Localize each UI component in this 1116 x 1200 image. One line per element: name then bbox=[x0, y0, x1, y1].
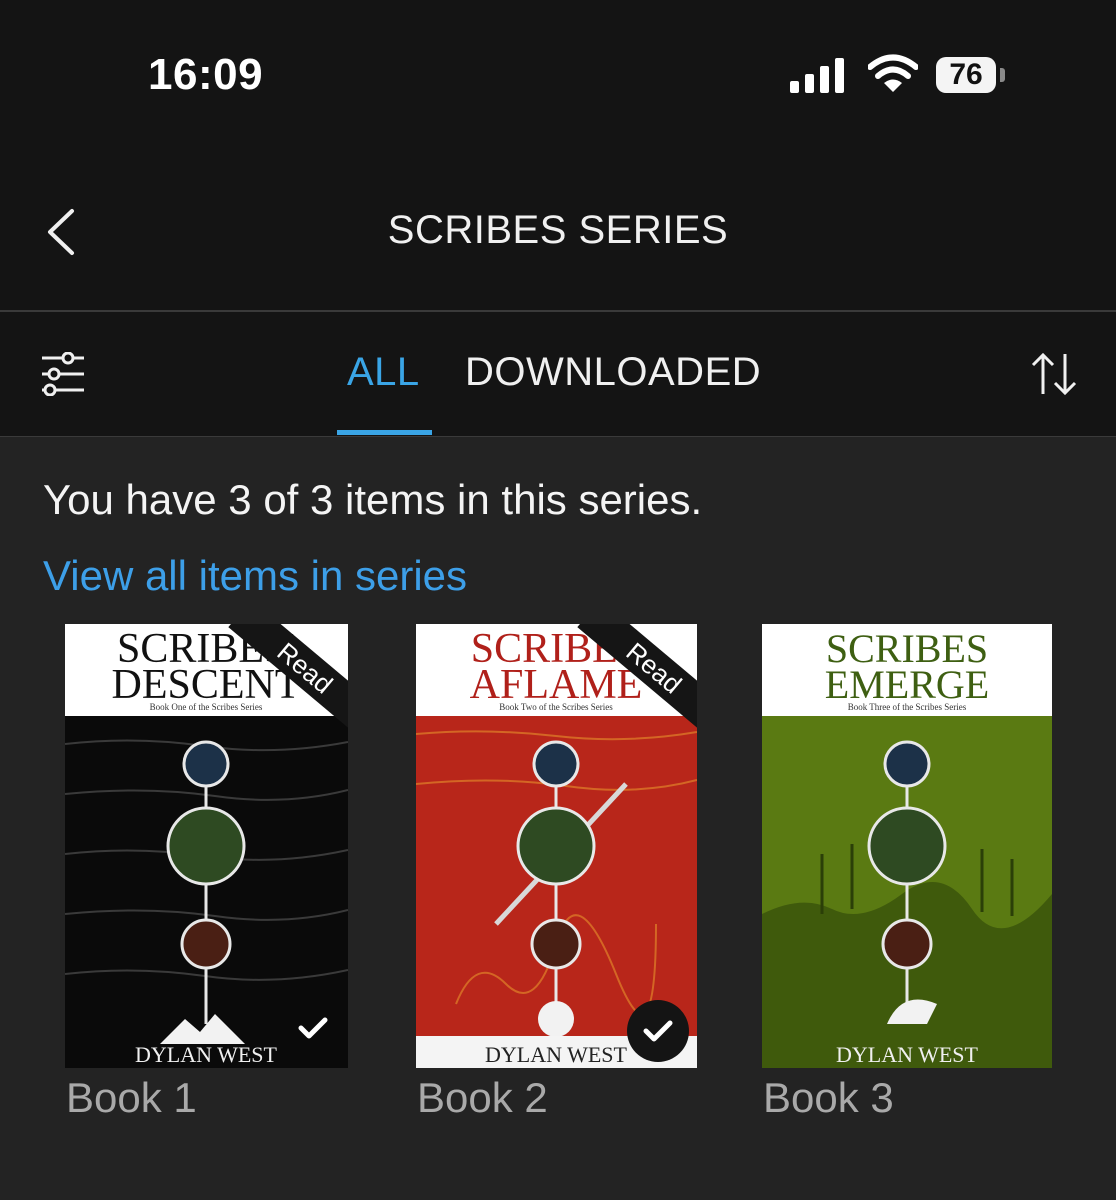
view-all-items-link[interactable]: View all items in series bbox=[43, 552, 467, 600]
active-tab-indicator bbox=[337, 430, 432, 435]
tab-downloaded[interactable]: DOWNLOADED bbox=[465, 350, 761, 395]
battery-level: 76 bbox=[936, 57, 996, 93]
svg-text:DYLAN WEST: DYLAN WEST bbox=[485, 1042, 628, 1067]
checkmark-icon bbox=[298, 1017, 328, 1039]
battery-cap bbox=[1000, 68, 1005, 82]
svg-text:EMERGE: EMERGE bbox=[825, 662, 989, 707]
svg-text:Book One of the Scribes Series: Book One of the Scribes Series bbox=[150, 702, 263, 712]
filter-sliders-icon[interactable] bbox=[40, 352, 86, 396]
book-number-label: Book 1 bbox=[66, 1074, 197, 1121]
svg-text:Book Three of the Scribes Seri: Book Three of the Scribes Series bbox=[848, 702, 967, 712]
series-count-text: You have 3 of 3 items in this series. bbox=[43, 476, 703, 523]
page-title: SCRIBES SERIES bbox=[387, 208, 729, 252]
book-number-label: Book 2 bbox=[417, 1074, 548, 1121]
status-time: 16:09 bbox=[148, 50, 264, 99]
checkmark-icon bbox=[627, 1000, 689, 1062]
tab-bar: ALL DOWNLOADED bbox=[0, 312, 1116, 437]
svg-text:Book Two of the Scribes Series: Book Two of the Scribes Series bbox=[499, 702, 613, 712]
status-bar: 16:09 76 bbox=[0, 0, 1116, 150]
book-number-label: Book 3 bbox=[763, 1074, 894, 1121]
tab-all[interactable]: ALL bbox=[347, 350, 420, 395]
book-cover[interactable]: SCRIBES' DESCENT Book One of the Scribes… bbox=[65, 624, 348, 1068]
cellular-signal-icon bbox=[790, 58, 844, 93]
book-cover[interactable]: SCRIBES EMERGE Book Three of the Scribes… bbox=[762, 624, 1052, 1068]
book-cover[interactable]: SCRIBES AFLAME Book Two of the Scribes S… bbox=[416, 624, 697, 1068]
wifi-icon bbox=[868, 54, 918, 92]
sort-arrows-icon[interactable] bbox=[1030, 352, 1078, 396]
navigation-bar: SCRIBES SERIES bbox=[0, 150, 1116, 312]
svg-text:DYLAN WEST: DYLAN WEST bbox=[135, 1042, 278, 1067]
svg-text:DYLAN WEST: DYLAN WEST bbox=[836, 1042, 979, 1067]
